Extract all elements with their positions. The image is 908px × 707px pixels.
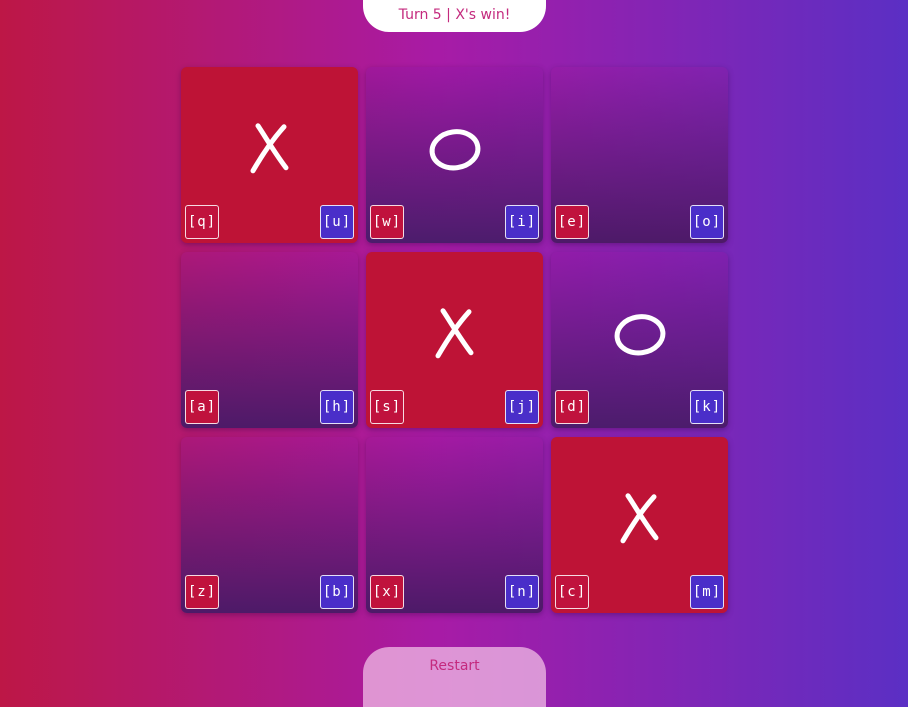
mark-slot	[240, 488, 300, 548]
mark-slot	[610, 118, 670, 178]
o-mark-icon	[425, 118, 485, 178]
game-board: [q] [u] [w] [i] [e] [o] [a] [h] [s] [j] …	[181, 67, 728, 613]
o-key-button[interactable]: [o]	[690, 205, 724, 239]
x-mark-icon	[240, 118, 300, 178]
x-key-button[interactable]: [w]	[370, 205, 404, 239]
mark-slot	[425, 488, 485, 548]
restart-button[interactable]: Restart	[363, 647, 546, 707]
mark-slot	[240, 303, 300, 363]
board-cell[interactable]: [d] [k]	[551, 252, 728, 428]
o-key-button[interactable]: [m]	[690, 575, 724, 609]
x-key-button[interactable]: [a]	[185, 390, 219, 424]
board-cell[interactable]: [e] [o]	[551, 67, 728, 243]
o-key-button[interactable]: [j]	[505, 390, 539, 424]
x-mark-icon	[425, 303, 485, 363]
o-key-button[interactable]: [b]	[320, 575, 354, 609]
board-cell[interactable]: [w] [i]	[366, 67, 543, 243]
board-cell[interactable]: [a] [h]	[181, 252, 358, 428]
o-key-button[interactable]: [n]	[505, 575, 539, 609]
o-mark-icon	[610, 303, 670, 363]
x-key-button[interactable]: [c]	[555, 575, 589, 609]
board-cell[interactable]: [x] [n]	[366, 437, 543, 613]
turn-status: Turn 5 | X's win!	[363, 0, 546, 32]
x-key-button[interactable]: [x]	[370, 575, 404, 609]
x-key-button[interactable]: [d]	[555, 390, 589, 424]
x-key-button[interactable]: [z]	[185, 575, 219, 609]
o-key-button[interactable]: [k]	[690, 390, 724, 424]
board-cell[interactable]: [q] [u]	[181, 67, 358, 243]
x-key-button[interactable]: [e]	[555, 205, 589, 239]
x-key-button[interactable]: [q]	[185, 205, 219, 239]
x-key-button[interactable]: [s]	[370, 390, 404, 424]
o-key-button[interactable]: [h]	[320, 390, 354, 424]
o-key-button[interactable]: [i]	[505, 205, 539, 239]
board-cell[interactable]: [c] [m]	[551, 437, 728, 613]
board-cell[interactable]: [s] [j]	[366, 252, 543, 428]
x-mark-icon	[610, 488, 670, 548]
board-cell[interactable]: [z] [b]	[181, 437, 358, 613]
o-key-button[interactable]: [u]	[320, 205, 354, 239]
